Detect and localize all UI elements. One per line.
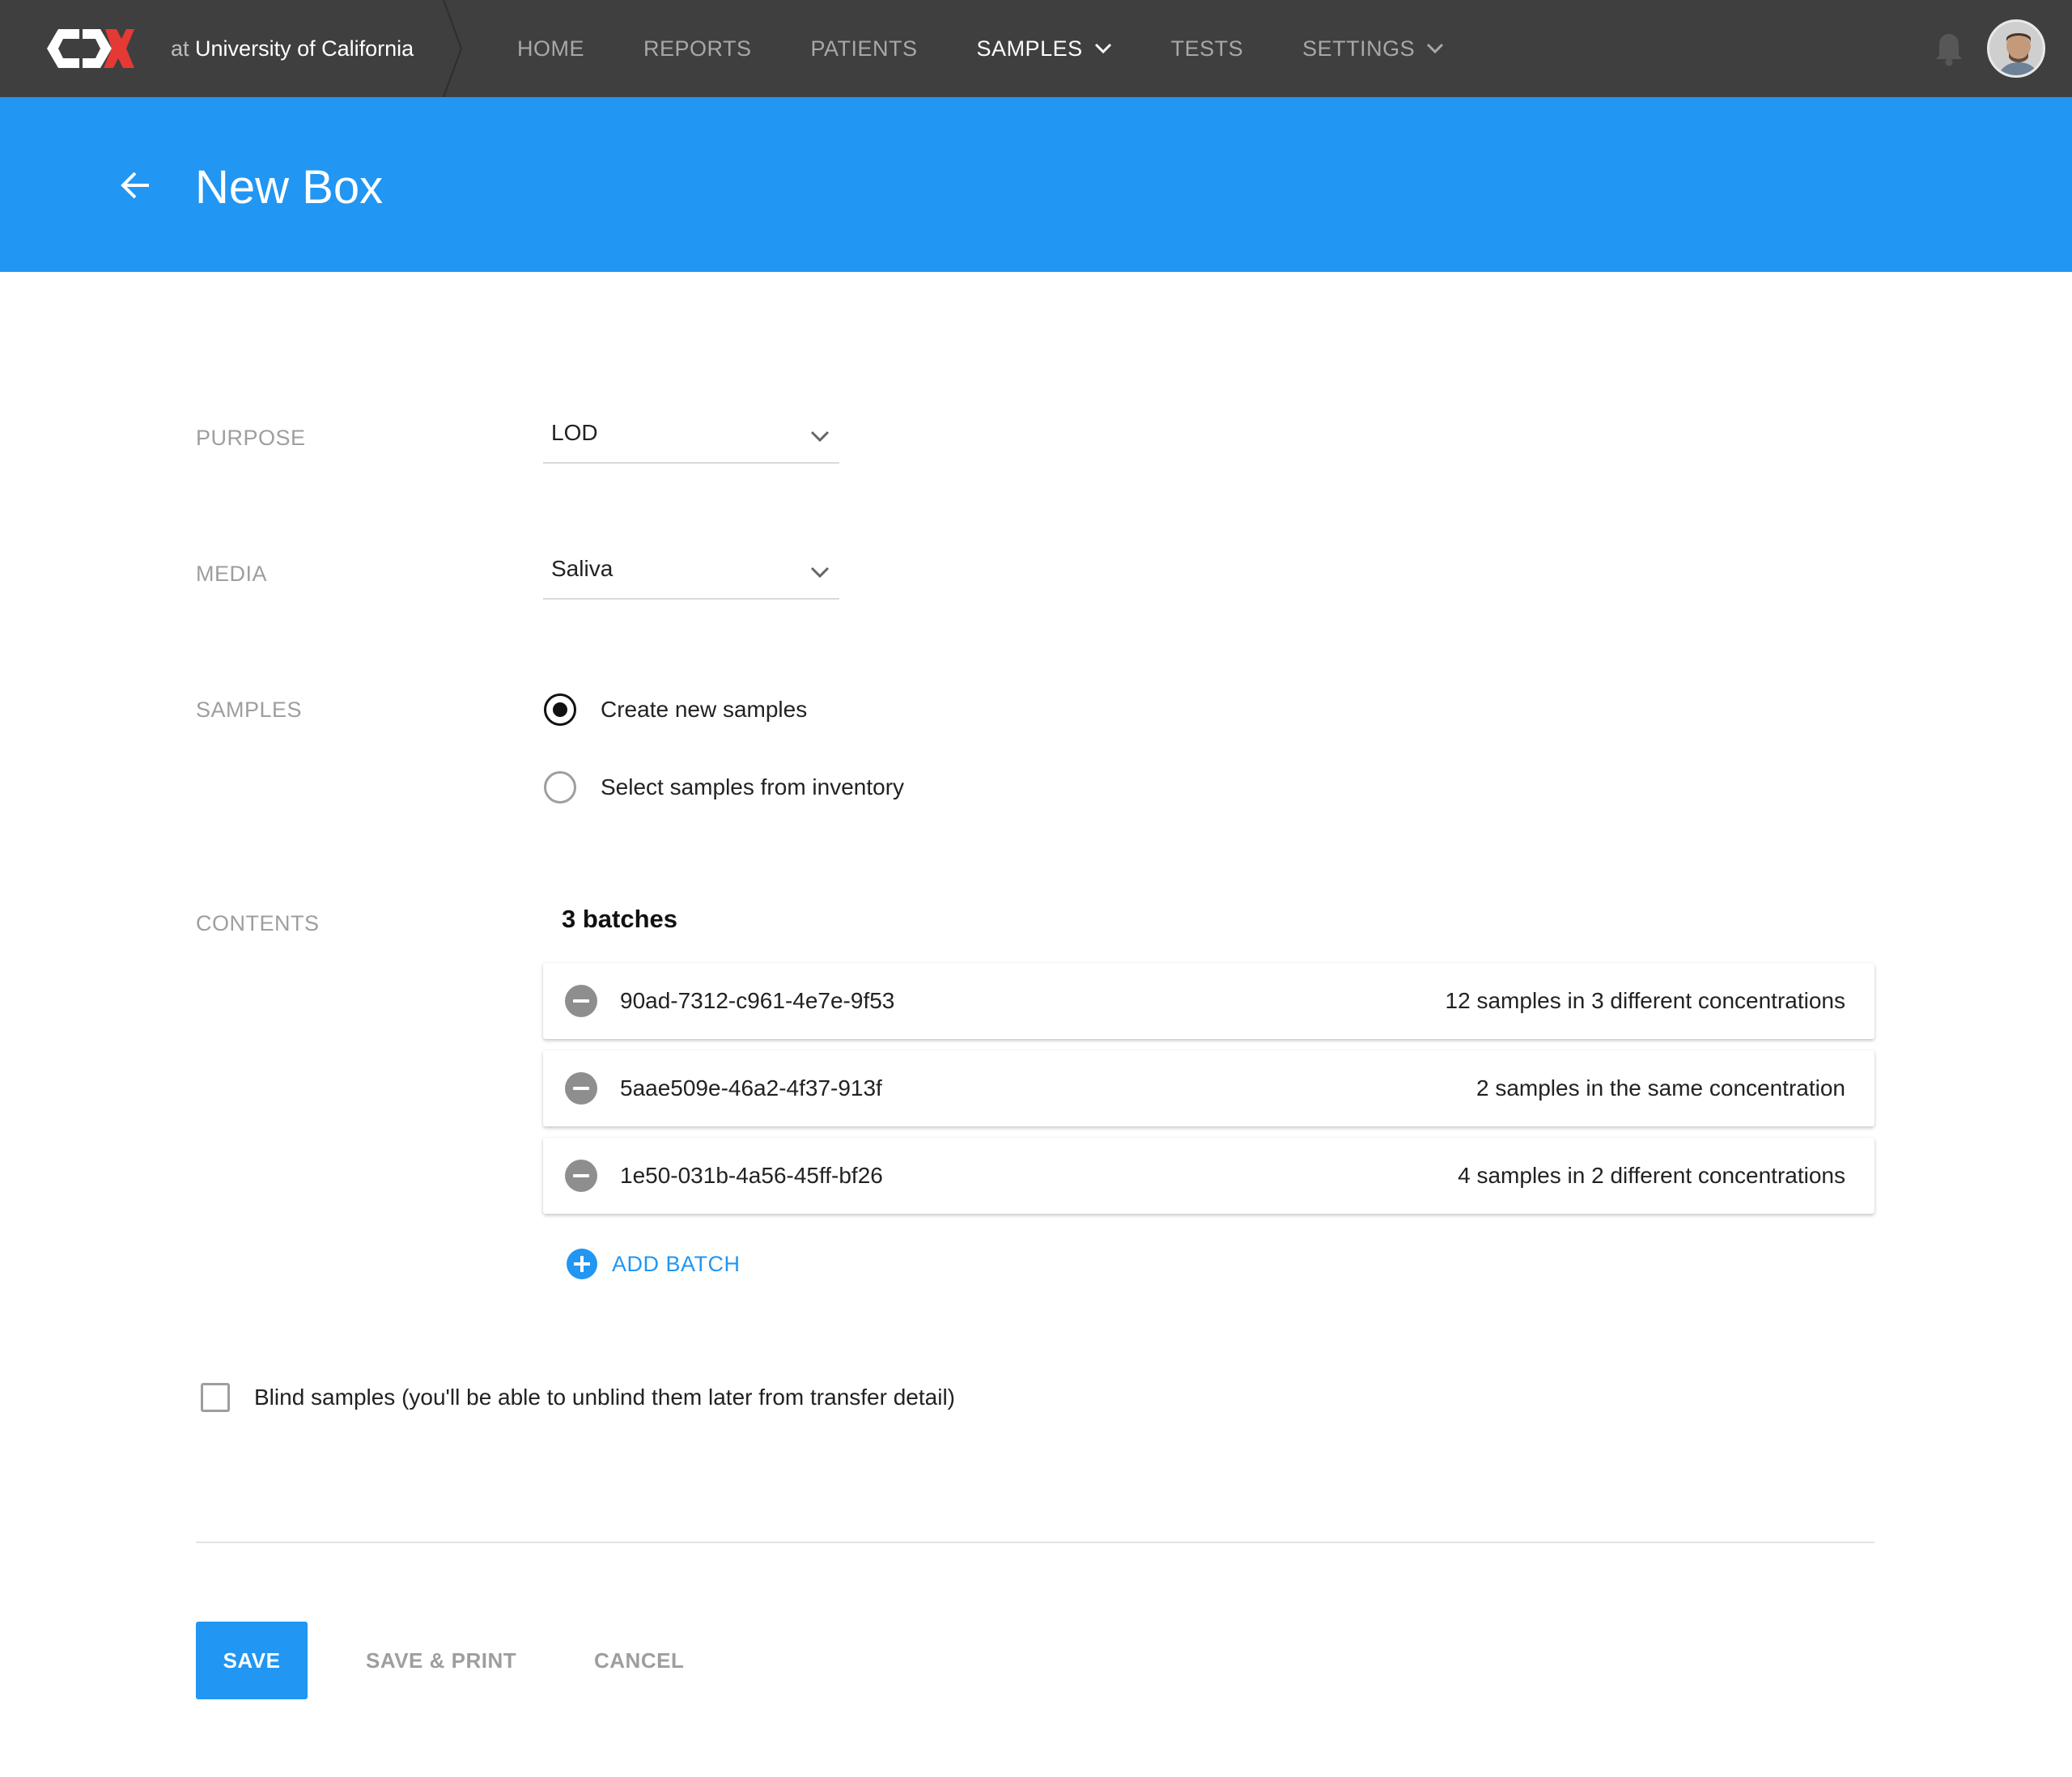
breadcrumb-separator <box>443 0 463 97</box>
purpose-value: LOD <box>551 420 598 445</box>
batch-row: 90ad-7312-c961-4e7e-9f53 12 samples in 3… <box>543 963 1875 1039</box>
media-value: Saliva <box>551 556 614 581</box>
nav-settings-label: SETTINGS <box>1302 36 1416 61</box>
save-button[interactable]: SAVE <box>196 1622 308 1699</box>
nav-samples-label: SAMPLES <box>976 36 1083 61</box>
nav-reports-label: REPORTS <box>643 36 752 61</box>
radio-create-new-samples[interactable]: Create new samples <box>544 692 807 727</box>
nav-home[interactable]: HOME <box>517 0 584 97</box>
remove-batch-icon[interactable] <box>565 1160 597 1192</box>
batch-id: 90ad-7312-c961-4e7e-9f53 <box>620 988 895 1013</box>
blind-samples-checkbox[interactable] <box>201 1383 230 1412</box>
page-header: New Box <box>0 97 2072 272</box>
media-label: MEDIA <box>196 562 268 586</box>
purpose-label: PURPOSE <box>196 426 306 450</box>
radio-button-unchecked[interactable] <box>544 771 576 804</box>
batch-row: 5aae509e-46a2-4f37-913f 2 samples in the… <box>543 1050 1875 1126</box>
batch-description: 4 samples in 2 different concentrations <box>1458 1163 1845 1188</box>
add-batch-label: ADD BATCH <box>612 1251 741 1276</box>
cdx-logo[interactable] <box>47 29 134 68</box>
batch-row: 1e50-031b-4a56-45ff-bf26 4 samples in 2 … <box>543 1138 1875 1214</box>
batch-id: 5aae509e-46a2-4f37-913f <box>620 1075 882 1101</box>
institution-label: University of California <box>195 36 414 61</box>
avatar-image <box>1989 22 2043 75</box>
nav-patients-label: PATIENTS <box>810 36 918 61</box>
nav-patients[interactable]: PATIENTS <box>811 0 918 97</box>
top-navigation-bar: at University of California HOME REPORTS… <box>0 0 2072 97</box>
arrow-left-icon[interactable] <box>120 170 152 201</box>
nav-home-label: HOME <box>517 36 584 61</box>
user-avatar[interactable] <box>1987 19 2045 78</box>
contents-label: CONTENTS <box>196 911 320 935</box>
nav-settings[interactable]: SETTINGS <box>1302 0 1444 97</box>
cancel-button[interactable]: CANCEL <box>594 1622 684 1699</box>
chevron-down-icon <box>1427 43 1444 54</box>
nav-reports[interactable]: REPORTS <box>643 0 752 97</box>
divider <box>196 1542 1875 1543</box>
batches-count: 3 batches <box>562 905 678 933</box>
batch-id: 1e50-031b-4a56-45ff-bf26 <box>620 1163 883 1188</box>
main-nav: HOME REPORTS PATIENTS SAMPLES TESTS SETT… <box>517 0 1503 97</box>
save-and-print-button[interactable]: SAVE & PRINT <box>366 1622 516 1699</box>
chevron-down-icon <box>810 566 830 579</box>
nav-tests[interactable]: TESTS <box>1171 0 1244 97</box>
page-title: New Box <box>195 161 384 214</box>
blind-samples-option[interactable]: Blind samples (you'll be able to unblind… <box>201 1383 955 1412</box>
media-select[interactable]: Saliva <box>543 549 839 600</box>
batch-description: 2 samples in the same concentration <box>1475 1075 1845 1101</box>
radio-select-from-inventory-label: Select samples from inventory <box>601 774 905 799</box>
chevron-down-icon <box>810 430 830 443</box>
remove-batch-icon[interactable] <box>565 1072 597 1105</box>
purpose-select[interactable]: LOD <box>543 414 839 464</box>
institution-prefix: at <box>171 36 189 61</box>
batch-description: 12 samples in 3 different concentrations <box>1445 988 1845 1013</box>
nav-tests-label: TESTS <box>1170 36 1244 61</box>
radio-create-new-samples-label: Create new samples <box>601 697 808 722</box>
remove-batch-icon[interactable] <box>565 985 597 1017</box>
institution-name[interactable]: at University of California <box>171 0 414 97</box>
samples-label: SAMPLES <box>196 698 303 722</box>
radio-select-from-inventory[interactable]: Select samples from inventory <box>544 770 904 805</box>
blind-samples-label: Blind samples (you'll be able to unblind… <box>254 1385 955 1410</box>
chevron-down-icon <box>1094 43 1111 54</box>
nav-samples[interactable]: SAMPLES <box>977 0 1112 97</box>
bell-icon[interactable] <box>1934 32 1964 66</box>
radio-button-checked[interactable] <box>544 693 576 726</box>
add-batch-button[interactable]: ADD BATCH <box>567 1248 741 1280</box>
plus-circle-icon <box>567 1249 597 1279</box>
